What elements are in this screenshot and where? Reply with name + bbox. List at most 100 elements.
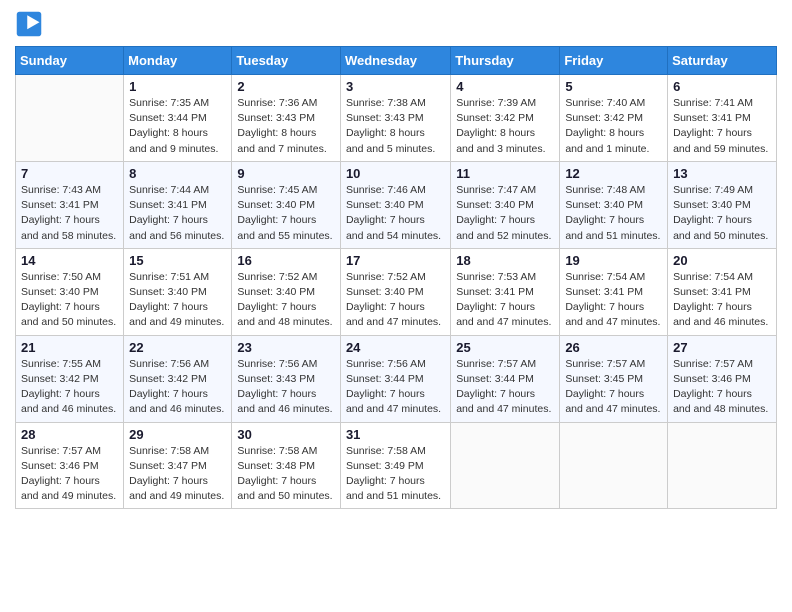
day-number: 4 <box>456 79 554 94</box>
daylight-text-continued: and and 47 minutes. <box>565 402 662 417</box>
sunrise-text: Sunrise: 7:57 AM <box>565 357 662 372</box>
day-number: 9 <box>237 166 335 181</box>
sunrise-text: Sunrise: 7:54 AM <box>673 270 771 285</box>
day-number: 15 <box>129 253 226 268</box>
daylight-text-continued: and and 9 minutes. <box>129 142 226 157</box>
day-info: Sunrise: 7:51 AMSunset: 3:40 PMDaylight:… <box>129 270 226 331</box>
calendar-cell: 25Sunrise: 7:57 AMSunset: 3:44 PMDayligh… <box>451 335 560 422</box>
calendar-cell: 3Sunrise: 7:38 AMSunset: 3:43 PMDaylight… <box>340 75 450 162</box>
calendar-cell: 12Sunrise: 7:48 AMSunset: 3:40 PMDayligh… <box>560 161 668 248</box>
day-info: Sunrise: 7:58 AMSunset: 3:49 PMDaylight:… <box>346 444 445 505</box>
sunrise-text: Sunrise: 7:56 AM <box>346 357 445 372</box>
day-number: 20 <box>673 253 771 268</box>
day-info: Sunrise: 7:57 AMSunset: 3:45 PMDaylight:… <box>565 357 662 418</box>
daylight-text: Daylight: 7 hours <box>565 300 662 315</box>
calendar-cell: 29Sunrise: 7:58 AMSunset: 3:47 PMDayligh… <box>124 422 232 509</box>
weekday-header-friday: Friday <box>560 47 668 75</box>
sunrise-text: Sunrise: 7:57 AM <box>456 357 554 372</box>
calendar-cell: 10Sunrise: 7:46 AMSunset: 3:40 PMDayligh… <box>340 161 450 248</box>
daylight-text-continued: and and 46 minutes. <box>21 402 118 417</box>
sunset-text: Sunset: 3:43 PM <box>346 111 445 126</box>
daylight-text: Daylight: 7 hours <box>129 387 226 402</box>
day-number: 13 <box>673 166 771 181</box>
sunset-text: Sunset: 3:40 PM <box>237 285 335 300</box>
daylight-text-continued: and and 49 minutes. <box>21 489 118 504</box>
day-number: 7 <box>21 166 118 181</box>
sunset-text: Sunset: 3:41 PM <box>456 285 554 300</box>
calendar-week-5: 28Sunrise: 7:57 AMSunset: 3:46 PMDayligh… <box>16 422 777 509</box>
calendar-week-2: 7 Sunrise: 7:43 AMSunset: 3:41 PMDaylight… <box>16 161 777 248</box>
sunset-text: Sunset: 3:40 PM <box>565 198 662 213</box>
calendar-week-3: 14Sunrise: 7:50 AMSunset: 3:40 PMDayligh… <box>16 248 777 335</box>
sunset-text: Sunset: 3:47 PM <box>129 459 226 474</box>
sunset-text: Sunset: 3:41 PM <box>129 198 226 213</box>
day-info: Sunrise: 7:52 AMSunset: 3:40 PMDaylight:… <box>346 270 445 331</box>
day-number: 17 <box>346 253 445 268</box>
daylight-text-continued: and and 3 minutes. <box>456 142 554 157</box>
day-info: Sunrise: 7:54 AMSunset: 3:41 PMDaylight:… <box>673 270 771 331</box>
daylight-text-continued: and and 48 minutes. <box>237 315 335 330</box>
logo-icon <box>15 10 43 38</box>
calendar-cell: 1Sunrise: 7:35 AMSunset: 3:44 PMDaylight… <box>124 75 232 162</box>
sunrise-text: Sunrise: 7:38 AM <box>346 96 445 111</box>
day-info: Sunrise: 7:38 AMSunset: 3:43 PMDaylight:… <box>346 96 445 157</box>
weekday-header-saturday: Saturday <box>668 47 777 75</box>
daylight-text-continued: and and 46 minutes. <box>673 315 771 330</box>
day-info: Sunrise: 7:50 AMSunset: 3:40 PMDaylight:… <box>21 270 118 331</box>
day-info: Sunrise: 7:49 AMSunset: 3:40 PMDaylight:… <box>673 183 771 244</box>
sunrise-text: Sunrise: 7:57 AM <box>673 357 771 372</box>
sunrise-text: Sunrise: 7:40 AM <box>565 96 662 111</box>
day-info: Sunrise: 7:46 AMSunset: 3:40 PMDaylight:… <box>346 183 445 244</box>
daylight-text-continued: and and 51 minutes. <box>565 229 662 244</box>
day-info: Sunrise: 7:44 AMSunset: 3:41 PMDaylight:… <box>129 183 226 244</box>
day-info: Sunrise: 7:56 AMSunset: 3:43 PMDaylight:… <box>237 357 335 418</box>
calendar-cell: 28Sunrise: 7:57 AMSunset: 3:46 PMDayligh… <box>16 422 124 509</box>
day-number: 19 <box>565 253 662 268</box>
sunset-text: Sunset: 3:41 PM <box>673 111 771 126</box>
calendar-cell: 9Sunrise: 7:45 AMSunset: 3:40 PMDaylight… <box>232 161 341 248</box>
sunset-text: Sunset: 3:46 PM <box>673 372 771 387</box>
daylight-text: Daylight: 7 hours <box>565 387 662 402</box>
sunrise-text: Sunrise: 7:49 AM <box>673 183 771 198</box>
sunset-text: Sunset: 3:41 PM <box>565 285 662 300</box>
daylight-text: Daylight: 8 hours <box>346 126 445 141</box>
day-info: Sunrise: 7:55 AMSunset: 3:42 PMDaylight:… <box>21 357 118 418</box>
daylight-text: Daylight: 7 hours <box>673 300 771 315</box>
sunset-text: Sunset: 3:40 PM <box>346 285 445 300</box>
daylight-text-continued: and and 58 minutes. <box>21 229 118 244</box>
sunset-text: Sunset: 3:44 PM <box>456 372 554 387</box>
calendar-cell: 17 Sunrise: 7:52 AMSunset: 3:40 PMDayligh… <box>340 248 450 335</box>
day-info: Sunrise: 7:35 AMSunset: 3:44 PMDaylight:… <box>129 96 226 157</box>
day-info: Sunrise: 7:43 AMSunset: 3:41 PMDaylight:… <box>21 183 118 244</box>
weekday-header-row: SundayMondayTuesdayWednesdayThursdayFrid… <box>16 47 777 75</box>
calendar-cell: 13 Sunrise: 7:49 AMSunset: 3:40 PMDayligh… <box>668 161 777 248</box>
daylight-text: Daylight: 7 hours <box>673 213 771 228</box>
daylight-text: Daylight: 7 hours <box>129 474 226 489</box>
calendar-cell: 24Sunrise: 7:56 AMSunset: 3:44 PMDayligh… <box>340 335 450 422</box>
daylight-text: Daylight: 7 hours <box>21 474 118 489</box>
day-number: 25 <box>456 340 554 355</box>
daylight-text: Daylight: 7 hours <box>456 213 554 228</box>
sunset-text: Sunset: 3:41 PM <box>21 198 118 213</box>
calendar-cell: 31Sunrise: 7:58 AMSunset: 3:49 PMDayligh… <box>340 422 450 509</box>
weekday-header-thursday: Thursday <box>451 47 560 75</box>
calendar-cell: 30Sunrise: 7:58 AMSunset: 3:48 PMDayligh… <box>232 422 341 509</box>
day-info: Sunrise: 7:58 AMSunset: 3:47 PMDaylight:… <box>129 444 226 505</box>
logo <box>15 10 47 38</box>
sunrise-text: Sunrise: 7:48 AM <box>565 183 662 198</box>
sunrise-text: Sunrise: 7:44 AM <box>129 183 226 198</box>
calendar-cell: 26Sunrise: 7:57 AMSunset: 3:45 PMDayligh… <box>560 335 668 422</box>
sunrise-text: Sunrise: 7:51 AM <box>129 270 226 285</box>
day-info: Sunrise: 7:36 AMSunset: 3:43 PMDaylight:… <box>237 96 335 157</box>
daylight-text-continued: and and 52 minutes. <box>456 229 554 244</box>
calendar-cell: 15 Sunrise: 7:51 AMSunset: 3:40 PMDayligh… <box>124 248 232 335</box>
calendar-cell: 22Sunrise: 7:56 AMSunset: 3:42 PMDayligh… <box>124 335 232 422</box>
daylight-text-continued: and and 46 minutes. <box>129 402 226 417</box>
day-number: 16 <box>237 253 335 268</box>
daylight-text: Daylight: 7 hours <box>237 474 335 489</box>
day-info: Sunrise: 7:53 AMSunset: 3:41 PMDaylight:… <box>456 270 554 331</box>
daylight-text-continued: and and 1 minute. <box>565 142 662 157</box>
daylight-text: Daylight: 7 hours <box>346 474 445 489</box>
daylight-text-continued: and and 46 minutes. <box>237 402 335 417</box>
sunrise-text: Sunrise: 7:56 AM <box>129 357 226 372</box>
